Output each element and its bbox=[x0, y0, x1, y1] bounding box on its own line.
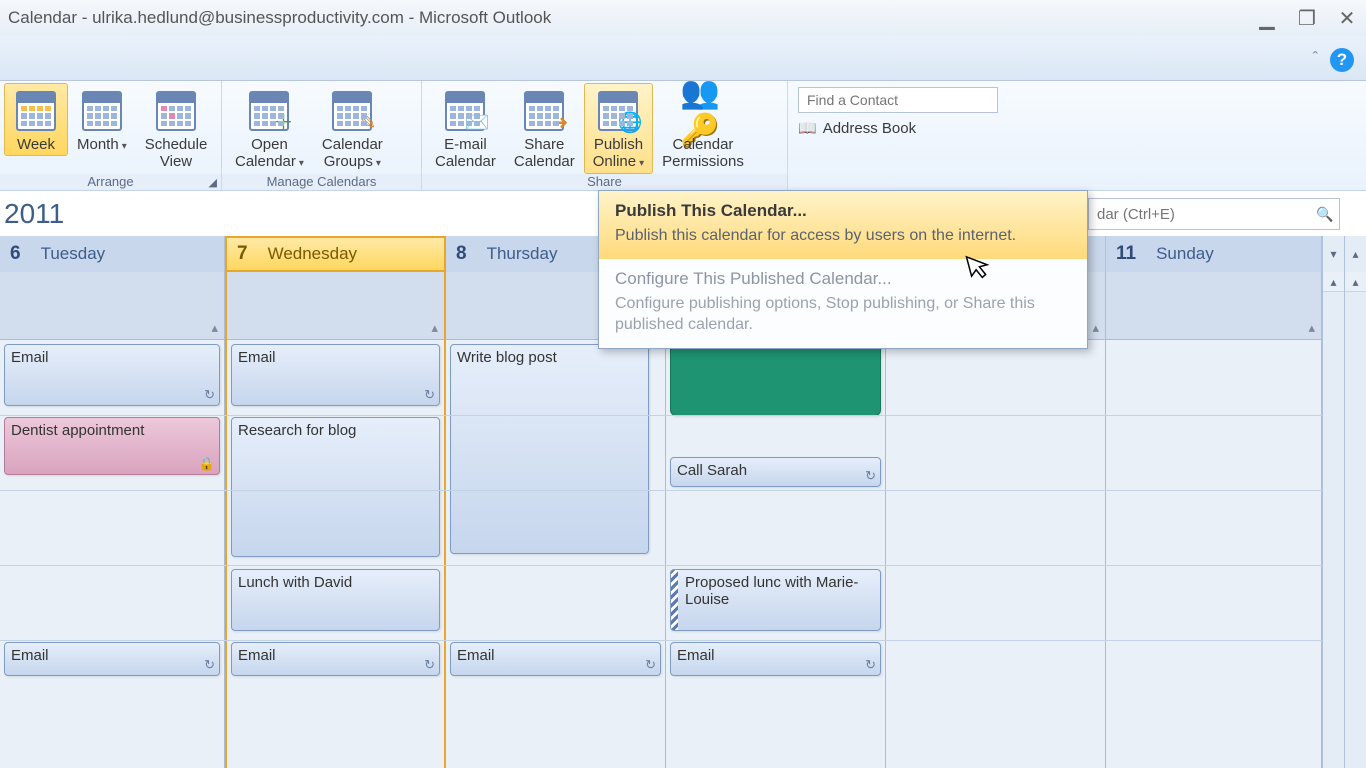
expand-icon[interactable]: ▴ bbox=[1092, 320, 1099, 336]
find-contact-input[interactable] bbox=[798, 87, 998, 113]
appt-email[interactable]: Email↻ bbox=[450, 642, 661, 676]
recurring-icon: ↻ bbox=[865, 468, 876, 484]
chevron-down-icon: ▾ bbox=[639, 158, 644, 169]
day-col-sun: ▴ bbox=[1106, 272, 1322, 768]
recurring-icon: ↻ bbox=[424, 657, 435, 673]
expand-icon[interactable]: ▴ bbox=[211, 320, 218, 336]
share-group-label: Share bbox=[422, 174, 787, 191]
open-calendar-button[interactable]: ＋ Open Calendar▾ bbox=[226, 83, 313, 174]
ribbon: Week Month▾ Schedule View Arrange◢ ＋ Ope… bbox=[0, 81, 1366, 191]
scroll-up-button[interactable]: ▴ bbox=[1345, 272, 1366, 292]
close-button[interactable]: ✕ bbox=[1336, 7, 1358, 29]
appt-email[interactable]: Email↻ bbox=[4, 642, 220, 676]
recurring-icon: ↻ bbox=[204, 387, 215, 403]
appt-dentist[interactable]: Dentist appointment🔒 bbox=[4, 417, 220, 475]
day-header-sun[interactable]: 11Sunday bbox=[1106, 236, 1322, 272]
calendar-month-icon bbox=[79, 88, 125, 134]
share-calendar-icon: ➜ bbox=[521, 88, 567, 134]
appt-proposed-lunch[interactable]: Proposed lunc with Marie-Louise bbox=[670, 569, 881, 631]
share-calendar-button[interactable]: ➜ Share Calendar bbox=[505, 83, 584, 174]
calendar-week-icon bbox=[13, 88, 59, 134]
recurring-icon: ↻ bbox=[424, 387, 435, 403]
day-header-tue[interactable]: 6Tuesday bbox=[0, 236, 225, 272]
expand-icon[interactable]: ▴ bbox=[431, 320, 438, 336]
calendar-groups-icon: ✎ bbox=[329, 88, 375, 134]
email-calendar-button[interactable]: ✉️ E-mail Calendar bbox=[426, 83, 505, 174]
chevron-down-icon: ▾ bbox=[299, 158, 304, 169]
search-icon[interactable]: 🔍 bbox=[1311, 206, 1339, 223]
expand-icon[interactable]: ▴ bbox=[1308, 320, 1315, 336]
manage-calendars-group-label: Manage Calendars bbox=[222, 174, 421, 191]
allday-expand-button[interactable]: ▾ bbox=[1322, 236, 1344, 272]
help-icon[interactable]: ? bbox=[1330, 48, 1354, 72]
email-calendar-icon: ✉️ bbox=[442, 88, 488, 134]
day-col-wed: ▴ Email↻ Research for blog Lunch with Da… bbox=[225, 272, 446, 768]
dialog-launcher-icon[interactable]: ◢ bbox=[209, 176, 217, 189]
publish-this-calendar-item[interactable]: Publish This Calendar... Publish this ca… bbox=[599, 191, 1087, 259]
configure-published-calendar-item: Configure This Published Calendar... Con… bbox=[599, 259, 1087, 348]
publish-online-dropdown: Publish This Calendar... Publish this ca… bbox=[598, 190, 1088, 349]
appt-blog[interactable]: Write blog post bbox=[450, 344, 649, 554]
recurring-icon: ↻ bbox=[865, 657, 876, 673]
restore-button[interactable]: ❐ bbox=[1296, 7, 1318, 29]
open-calendar-icon: ＋ bbox=[246, 88, 292, 134]
calendar-permissions-button[interactable]: 👥🔑 Calendar Permissions bbox=[653, 83, 753, 174]
titlebar: Calendar - ulrika.hedlund@businessproduc… bbox=[0, 0, 1366, 36]
calendar-permissions-icon: 👥🔑 bbox=[680, 88, 726, 134]
address-book-icon: 📖 bbox=[798, 119, 817, 137]
window-title: Calendar - ulrika.hedlund@businessproduc… bbox=[8, 8, 1256, 28]
day-header-wed[interactable]: 7Wednesday bbox=[225, 236, 446, 272]
week-view-button[interactable]: Week bbox=[4, 83, 68, 156]
day-col-tue: ▴ Email↻ Dentist appointment🔒 Email↻ bbox=[0, 272, 225, 768]
chevron-down-icon: ▾ bbox=[122, 141, 127, 152]
search-calendar-input[interactable]: 🔍 bbox=[1088, 198, 1340, 230]
vertical-scrollbar-2[interactable]: ▴ bbox=[1344, 272, 1366, 768]
minimize-button[interactable]: ▁ bbox=[1256, 7, 1278, 29]
collapse-ribbon-icon[interactable]: ˆ bbox=[1313, 50, 1318, 68]
appt-email[interactable]: Email↻ bbox=[4, 344, 220, 406]
recurring-icon: ↻ bbox=[204, 657, 215, 673]
chevron-down-icon: ▾ bbox=[376, 158, 381, 169]
scroll-up-button[interactable]: ▴ bbox=[1323, 272, 1344, 292]
month-view-button[interactable]: Month▾ bbox=[68, 83, 136, 156]
ribbon-tab-strip: ˆ ? bbox=[0, 36, 1366, 81]
appt-research[interactable]: Research for blog bbox=[231, 417, 440, 557]
recurring-icon: ↻ bbox=[645, 657, 656, 673]
appt-email[interactable]: Email↻ bbox=[231, 344, 440, 406]
vertical-scrollbar[interactable]: ▴ bbox=[1322, 272, 1344, 768]
appt-call[interactable]: Call Sarah↻ bbox=[670, 457, 881, 487]
publish-online-button[interactable]: 🌐 Publish Online▾ bbox=[584, 83, 653, 174]
schedule-view-button[interactable]: Schedule View bbox=[136, 83, 217, 174]
publish-online-icon: 🌐 bbox=[595, 88, 641, 134]
lock-icon: 🔒 bbox=[199, 456, 215, 472]
calendar-schedule-icon bbox=[153, 88, 199, 134]
calendar-groups-button[interactable]: ✎ Calendar Groups▾ bbox=[313, 83, 392, 174]
appt-email[interactable]: Email↻ bbox=[670, 642, 881, 676]
scrollbar-up-button[interactable]: ▴ bbox=[1344, 236, 1366, 272]
appt-email[interactable]: Email↻ bbox=[231, 642, 440, 676]
address-book-button[interactable]: 📖 Address Book bbox=[798, 119, 1356, 137]
appt-lunch[interactable]: Lunch with David bbox=[231, 569, 440, 631]
arrange-group-label: Arrange◢ bbox=[0, 174, 221, 191]
